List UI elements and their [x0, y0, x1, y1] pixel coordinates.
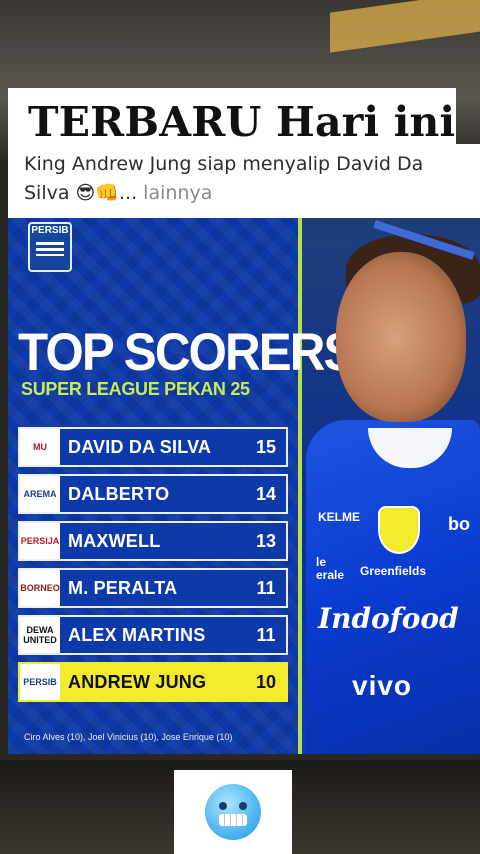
scorer-row-highlighted: PERSIB ANDREW JUNG 10	[18, 662, 288, 702]
scorer-goals: 13	[255, 530, 277, 551]
reaction-bubble[interactable]	[174, 770, 292, 854]
scorer-name: DALBERTO	[68, 483, 170, 504]
sponsor-greenfields: Greenfields	[360, 564, 427, 578]
club-logo: PERSIB	[28, 222, 72, 272]
poster-footnote: Ciro Alves (10), Joel Vinicius (10), Jos…	[24, 732, 233, 742]
team-badge: DEWA UNITED	[20, 617, 60, 653]
sponsor-le: le erale	[316, 555, 345, 582]
scorer-row: BORNEO M. PERALTA 11	[18, 568, 288, 608]
emoji-eye	[239, 802, 247, 810]
club-logo-text: PERSIB	[31, 225, 69, 236]
post-caption[interactable]: King Andrew Jung siap menyalip David Da …	[24, 150, 470, 208]
cold-face-emoji-icon	[205, 784, 261, 840]
scorer-row: MU DAVID DA SILVA 15	[18, 427, 288, 467]
scorer-name: ALEX MARTINS	[68, 624, 206, 645]
more-link[interactable]: lainnya	[137, 182, 212, 204]
player-face	[336, 252, 466, 422]
emoji-eye	[219, 802, 227, 810]
sponsor-vivo: vivo	[352, 670, 413, 701]
scorer-row: AREMA DALBERTO 14	[18, 474, 288, 514]
scorer-row: DEWA UNITED ALEX MARTINS 11	[18, 615, 288, 655]
player-jersey	[306, 420, 480, 754]
scorer-name: MAXWELL	[68, 530, 161, 551]
poster-title: TOP SCORERS	[18, 323, 356, 382]
scorer-goals: 11	[256, 577, 276, 598]
jersey-crest	[378, 506, 420, 554]
club-logo-stripes	[36, 242, 64, 256]
scorer-name: DAVID DA SILVA	[68, 436, 212, 457]
post-headline: TERBARU Hari ini	[28, 98, 456, 146]
scorers-list: MU DAVID DA SILVA 15 AREMA DALBERTO 14 P…	[18, 427, 288, 709]
scorer-row: PERSIJA MAXWELL 13	[18, 521, 288, 561]
scorer-goals: 10	[255, 671, 277, 692]
scorer-goals: 14	[255, 483, 277, 504]
sponsor-kelme: KELME	[318, 510, 360, 524]
scorer-name: ANDREW JUNG	[68, 671, 207, 692]
team-badge: AREMA	[20, 476, 60, 512]
scorer-goals: 11	[256, 624, 276, 645]
sponsor-indofood: Indofood	[318, 602, 459, 635]
caption-text: King Andrew Jung siap menyalip David Da …	[24, 153, 424, 204]
scorer-name: M. PERALTA	[68, 577, 178, 598]
team-badge: BORNEO	[20, 570, 60, 606]
team-badge: PERSIB	[20, 664, 60, 700]
team-badge: PERSIJA	[20, 523, 60, 559]
emoji-teeth	[219, 814, 247, 826]
team-badge: MU	[20, 429, 60, 465]
sponsor-bo: bo	[448, 514, 470, 534]
poster-subtitle: SUPER LEAGUE PEKAN 25	[21, 379, 250, 399]
scorer-goals: 15	[255, 436, 277, 457]
